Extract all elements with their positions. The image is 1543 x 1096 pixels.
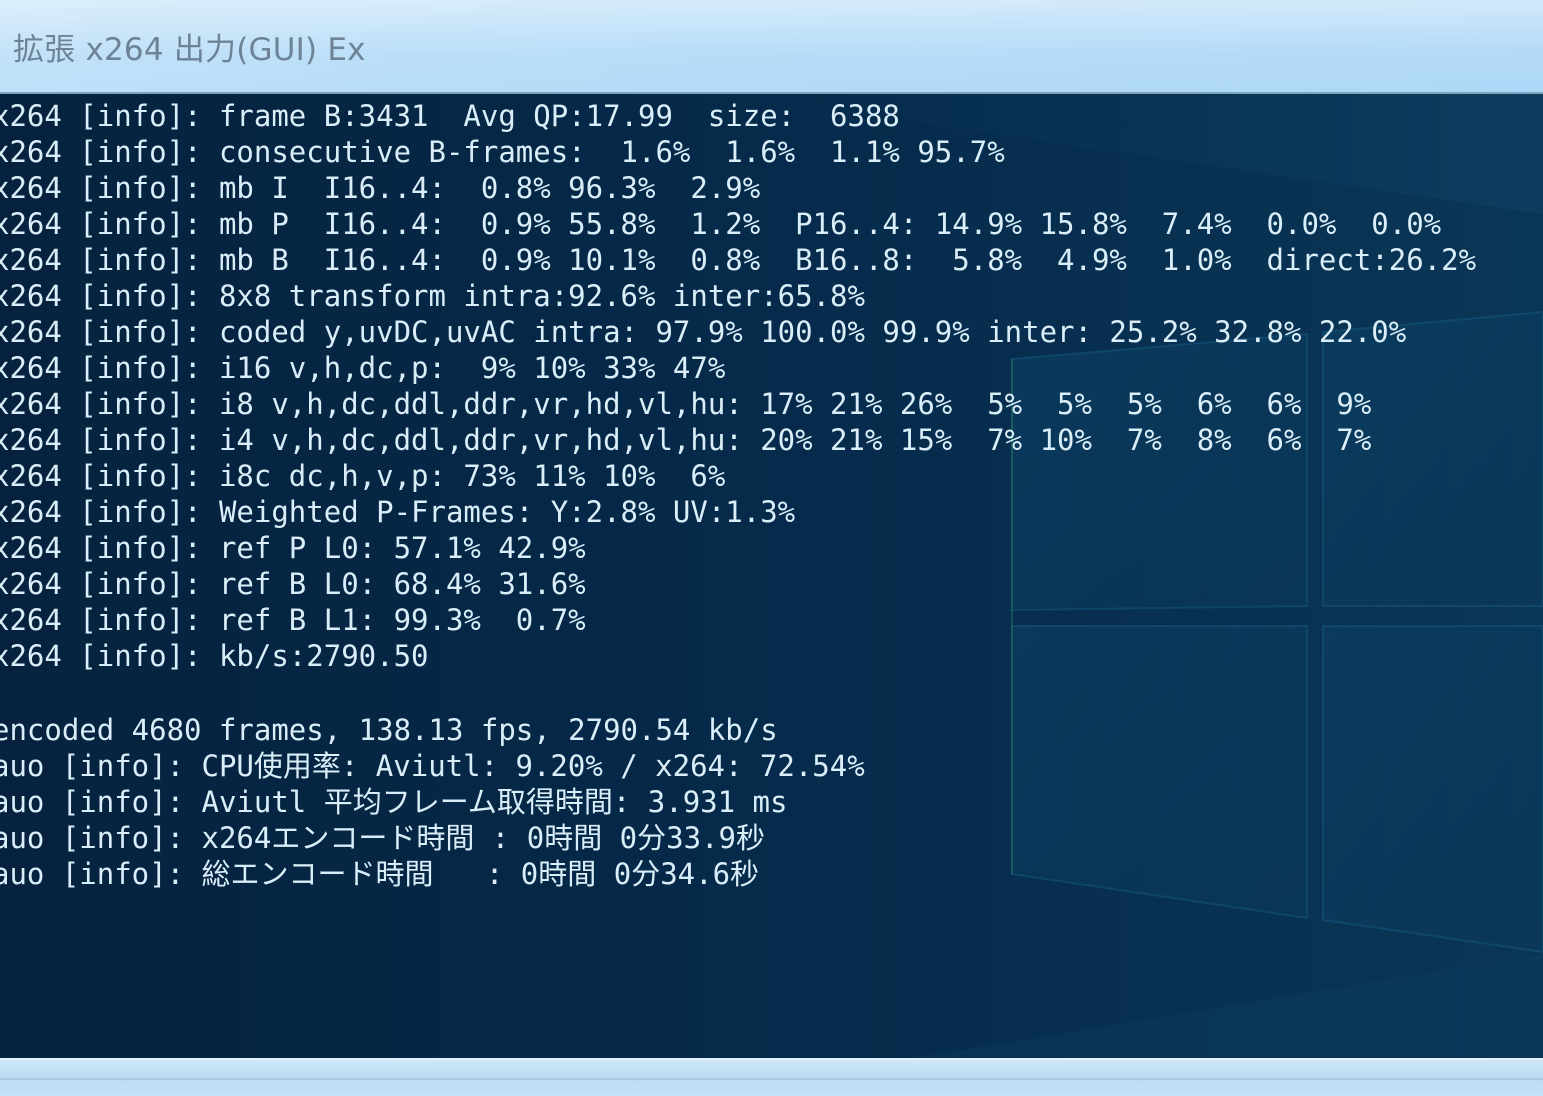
window-title: 拡張 x264 出力(GUI) Ex: [13, 32, 366, 68]
encoder-window: 拡張 x264 出力(GUI) Ex x264 [info]: frame B:…: [0, 0, 1543, 1096]
log-line: x264 [info]: consecutive B-frames: 1.6% …: [0, 135, 1005, 169]
summary-line: auo [info]: Aviutl 平均フレーム取得時間: 3.931 ms: [0, 785, 788, 819]
summary-line: auo [info]: 総エンコード時間 : 0時間 0分34.6秒: [0, 857, 760, 891]
log-console[interactable]: x264 [info]: frame B:3431 Avg QP:17.99 s…: [0, 92, 1543, 1060]
log-line: x264 [info]: 8x8 transform intra:92.6% i…: [0, 279, 865, 313]
summary-line: auo [info]: x264エンコード時間 : 0時間 0分33.9秒: [0, 821, 765, 855]
log-line: x264 [info]: ref P L0: 57.1% 42.9%: [0, 531, 586, 565]
encode-summary-log: encoded 4680 frames, 138.13 fps, 2790.54…: [0, 712, 1543, 892]
log-line: x264 [info]: ref B L1: 99.3% 0.7%: [0, 603, 586, 637]
summary-line: auo [info]: CPU使用率: Aviutl: 9.20% / x264…: [0, 749, 865, 783]
log-line: x264 [info]: mb P I16..4: 0.9% 55.8% 1.2…: [0, 207, 1442, 241]
log-line: x264 [info]: ref B L0: 68.4% 31.6%: [0, 567, 586, 601]
log-line: x264 [info]: i8c dc,h,v,p: 73% 11% 10% 6…: [0, 459, 726, 493]
log-line: x264 [info]: coded y,uvDC,uvAC intra: 97…: [0, 315, 1407, 349]
x264-info-log: x264 [info]: frame B:3431 Avg QP:17.99 s…: [0, 98, 1543, 674]
log-line: x264 [info]: i4 v,h,dc,ddl,ddr,vr,hd,vl,…: [0, 423, 1372, 457]
log-line: x264 [info]: i8 v,h,dc,ddl,ddr,vr,hd,vl,…: [0, 387, 1372, 421]
status-bar: [0, 1058, 1543, 1096]
title-bar[interactable]: 拡張 x264 出力(GUI) Ex: [0, 0, 1543, 92]
summary-line: encoded 4680 frames, 138.13 fps, 2790.54…: [0, 713, 778, 747]
status-bar-divider: [0, 1078, 1543, 1080]
log-line: x264 [info]: kb/s:2790.50: [0, 639, 429, 673]
log-line: x264 [info]: frame B:3431 Avg QP:17.99 s…: [0, 99, 900, 133]
log-line: x264 [info]: Weighted P-Frames: Y:2.8% U…: [0, 495, 796, 529]
log-line: x264 [info]: mb B I16..4: 0.9% 10.1% 0.8…: [0, 243, 1477, 277]
log-line: x264 [info]: mb I I16..4: 0.8% 96.3% 2.9…: [0, 171, 761, 205]
log-line: x264 [info]: i16 v,h,dc,p: 9% 10% 33% 47…: [0, 351, 726, 385]
